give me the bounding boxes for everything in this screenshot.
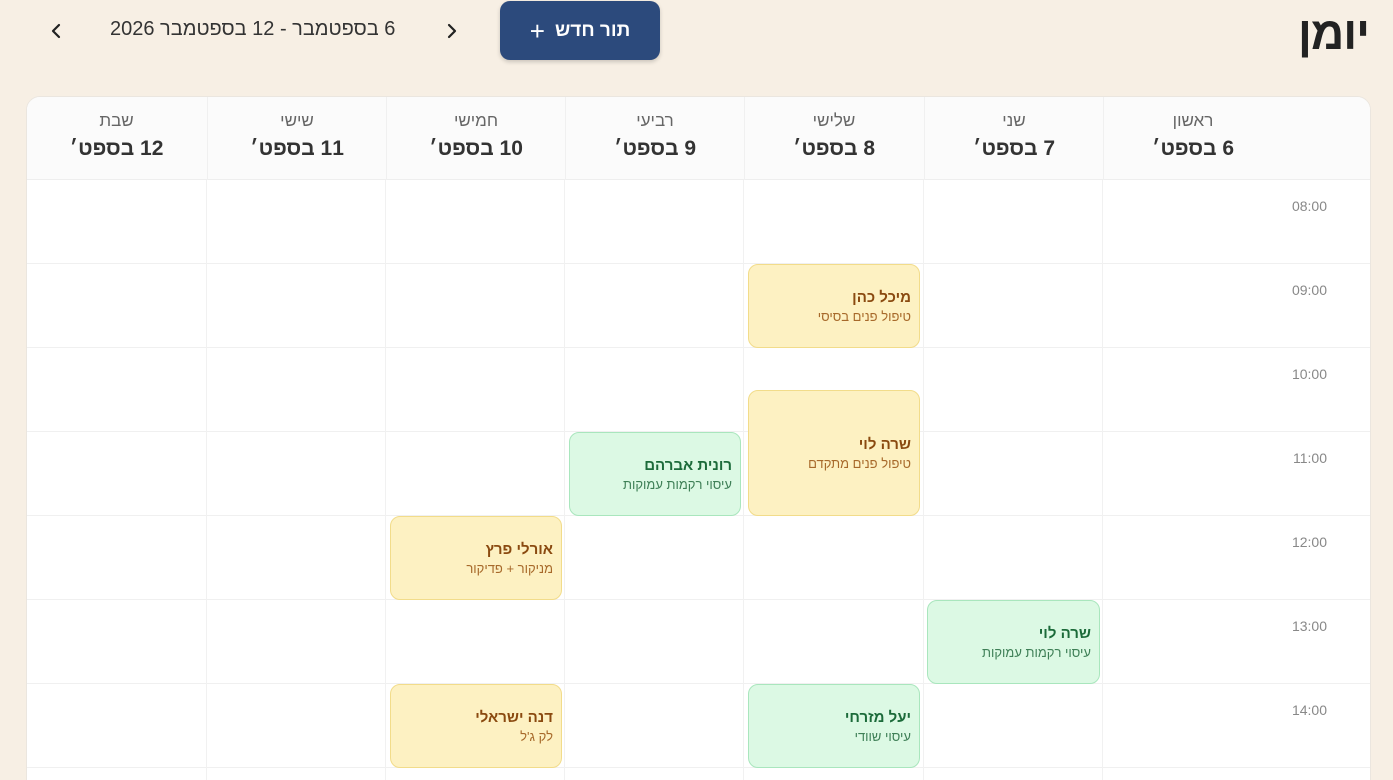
prev-week-button[interactable] — [42, 17, 70, 45]
day-name: ראשון — [1172, 111, 1214, 130]
time-label: 14:00 — [1291, 702, 1327, 718]
time-label: 10:00 — [1291, 366, 1327, 382]
day-header-saturday[interactable]: שבת 12 בספט׳ — [27, 97, 206, 180]
day-header-wednesday[interactable]: רביעי 9 בספט׳ — [565, 97, 744, 180]
appointment-service: לק ג'ל — [520, 728, 553, 744]
day-date: 7 בספט׳ — [972, 137, 1056, 160]
appointment-service: עיסוי רקמות עמוקות — [623, 476, 732, 492]
hour-divider — [27, 347, 1370, 348]
day-name: רביעי — [636, 111, 674, 130]
day-name: שני — [1002, 111, 1026, 130]
time-label: 08:00 — [1291, 198, 1327, 214]
time-label: 09:00 — [1291, 282, 1327, 298]
chevron-right-icon — [447, 23, 457, 39]
day-name: חמישי — [453, 111, 499, 130]
appointment-card[interactable]: רונית אברהם עיסוי רקמות עמוקות — [569, 432, 741, 516]
day-divider — [1102, 180, 1103, 780]
calendar-grid[interactable]: 08:00 09:00 10:00 11:00 12:00 13:00 14:0… — [27, 180, 1370, 780]
day-header-monday[interactable]: שני 7 בספט׳ — [924, 97, 1103, 180]
day-divider — [206, 180, 207, 780]
appointment-service: מניקור + פדיקור — [466, 560, 553, 576]
next-week-button[interactable] — [438, 17, 466, 45]
appointment-client: רונית אברהם — [644, 456, 732, 474]
appointment-card[interactable]: אורלי פרץ מניקור + פדיקור — [390, 516, 562, 600]
time-label: 12:00 — [1291, 534, 1327, 550]
week-calendar: ראשון 6 בספט׳ שני 7 בספט׳ שלישי 8 בספט׳ … — [26, 96, 1371, 780]
day-date: 9 בספט׳ — [613, 137, 697, 160]
day-date: 11 בספט׳ — [250, 137, 344, 160]
new-appointment-button[interactable]: תור חדש + — [500, 1, 660, 60]
day-name: שישי — [280, 111, 314, 130]
chevron-left-icon — [51, 23, 61, 39]
appointment-client: אורלי פרץ — [485, 540, 553, 558]
day-name: שבת — [99, 111, 134, 130]
appointment-client: דנה ישראלי — [475, 708, 553, 726]
appointment-card[interactable]: דנה ישראלי לק ג'ל — [390, 684, 562, 768]
time-label: 13:00 — [1291, 618, 1327, 634]
appointment-service: טיפול פנים בסיסי — [817, 308, 911, 324]
appointment-client: שרה לוי — [1038, 624, 1091, 642]
day-date: 6 בספט׳ — [1151, 137, 1235, 160]
day-header-sunday[interactable]: ראשון 6 בספט׳ — [1103, 97, 1282, 180]
page-title: יומן — [1297, 7, 1370, 59]
day-divider — [385, 180, 386, 780]
appointment-service: טיפול פנים מתקדם — [808, 455, 911, 471]
day-divider — [923, 180, 924, 780]
appointment-client: יעל מזרחי — [844, 708, 911, 726]
appointment-card[interactable]: מיכל כהן טיפול פנים בסיסי — [748, 264, 920, 348]
time-label: 11:00 — [1293, 450, 1327, 466]
appointment-card[interactable]: יעל מזרחי עיסוי שוודי — [748, 684, 920, 768]
day-date: 12 בספט׳ — [69, 137, 164, 160]
day-name: שלישי — [812, 111, 856, 130]
hour-divider — [27, 767, 1370, 768]
day-divider — [743, 180, 744, 780]
appointment-card[interactable]: שרה לוי טיפול פנים מתקדם — [748, 390, 920, 516]
new-appointment-label: תור חדש — [554, 19, 631, 41]
calendar-header: ראשון 6 בספט׳ שני 7 בספט׳ שלישי 8 בספט׳ … — [27, 97, 1370, 180]
day-header-thursday[interactable]: חמישי 10 בספט׳ — [386, 97, 565, 180]
day-divider — [564, 180, 565, 780]
hour-divider — [27, 683, 1370, 684]
date-range-label: 6 בספטמבר - 12 בספטמבר 2026 — [110, 18, 396, 40]
appointment-client: שרה לוי — [858, 435, 911, 453]
plus-icon: + — [529, 15, 545, 46]
day-date: 8 בספט׳ — [792, 137, 876, 160]
appointment-service: עיסוי רקמות עמוקות — [982, 644, 1091, 660]
day-date: 10 בספט׳ — [429, 137, 523, 160]
day-header-tuesday[interactable]: שלישי 8 בספט׳ — [744, 97, 923, 180]
appointment-service: עיסוי שוודי — [854, 728, 911, 744]
hour-divider — [27, 263, 1370, 264]
hour-divider — [27, 599, 1370, 600]
appointment-client: מיכל כהן — [852, 288, 911, 306]
appointment-card[interactable]: שרה לוי עיסוי רקמות עמוקות — [927, 600, 1100, 684]
day-header-friday[interactable]: שישי 11 בספט׳ — [207, 97, 386, 180]
